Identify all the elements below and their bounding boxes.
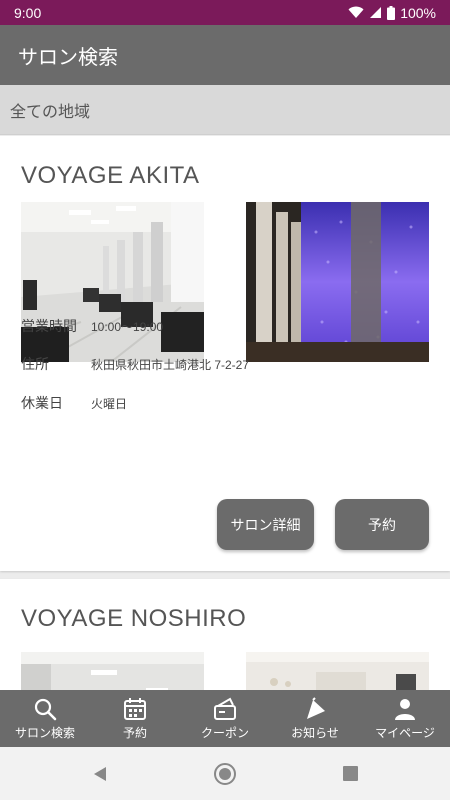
battery-percent: 100%: [400, 4, 436, 21]
nav-label: 予約: [122, 725, 147, 740]
nav-salon-search[interactable]: サロン検索: [0, 690, 90, 747]
salon-list[interactable]: VOYAGE AKITA 営業時間 10:00〜19:00 住所 秋田県秋田市土…: [0, 136, 450, 690]
signal-icon: [369, 6, 382, 19]
salon-name: VOYAGE NOSHIRO: [21, 605, 247, 632]
address-value: 秋田県秋田市土崎港北 7-2-27: [91, 357, 250, 372]
search-icon: [34, 698, 57, 720]
system-nav-bar: [0, 747, 450, 800]
salon-detail-button[interactable]: サロン詳細: [217, 499, 314, 550]
hours-value: 10:00〜19:00: [91, 319, 164, 334]
holiday-row: 休業日 火曜日: [21, 393, 127, 413]
salon-card: VOYAGE AKITA 営業時間 10:00〜19:00 住所 秋田県秋田市土…: [0, 136, 450, 571]
nav-reservation[interactable]: 予約: [90, 690, 180, 747]
back-button[interactable]: [38, 766, 163, 782]
wifi-icon: [348, 6, 364, 19]
bottom-nav: サロン検索 予約 クーポン お知らせ マイページ: [0, 690, 450, 747]
home-button[interactable]: [163, 762, 288, 786]
megaphone-icon: [307, 696, 325, 719]
back-icon: [94, 766, 106, 781]
home-icon: [214, 762, 236, 785]
salon-decor-photo: [246, 202, 429, 362]
person-icon: [395, 698, 415, 720]
recents-button[interactable]: [288, 766, 413, 781]
battery-icon: [387, 5, 396, 20]
calendar-icon: [124, 697, 146, 720]
address-label: 住所: [21, 357, 49, 373]
page-title: サロン検索: [18, 44, 118, 69]
nav-coupon[interactable]: クーポン: [180, 690, 270, 747]
nav-label: サロン検索: [14, 725, 75, 740]
nav-label: お知らせ: [291, 725, 339, 740]
coupon-icon: [214, 697, 236, 720]
region-selector[interactable]: 全ての地域: [0, 85, 450, 135]
nav-label: マイページ: [375, 725, 435, 740]
salon-decor-photo: [246, 652, 429, 690]
region-label: 全ての地域: [10, 101, 91, 121]
holiday-label: 休業日: [21, 396, 63, 412]
hours-row: 営業時間 10:00〜19:00: [21, 316, 163, 336]
status-time: 9:00: [14, 4, 42, 21]
hours-label: 営業時間: [21, 319, 77, 335]
nav-label: クーポン: [200, 725, 249, 740]
nav-notifications[interactable]: お知らせ: [270, 690, 360, 747]
salon-name: VOYAGE AKITA: [21, 162, 200, 189]
recents-icon: [342, 766, 358, 781]
nav-my-page[interactable]: マイページ: [360, 690, 450, 747]
salon-interior-photo: [21, 202, 204, 362]
salon-card: VOYAGE NOSHIRO: [0, 579, 450, 690]
salon-interior-photo: [21, 652, 204, 690]
status-bar: 9:00 100%: [0, 0, 450, 25]
address-row: 住所 秋田県秋田市土崎港北 7-2-27: [21, 354, 249, 374]
reserve-button[interactable]: 予約: [335, 499, 429, 550]
app-bar: サロン検索: [0, 25, 450, 85]
holiday-value: 火曜日: [91, 396, 128, 411]
